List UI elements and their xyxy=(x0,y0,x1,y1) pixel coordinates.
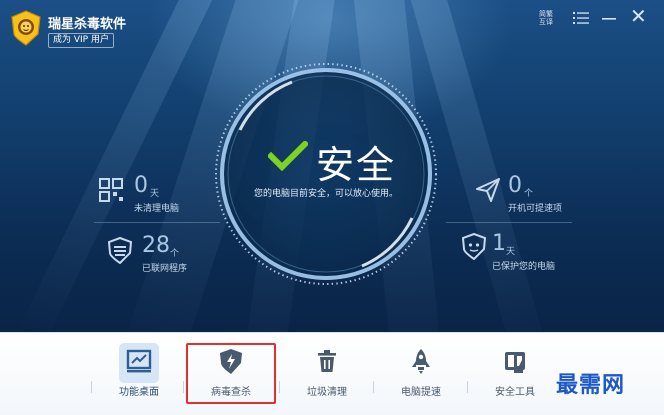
stat-unit: 天 xyxy=(506,247,516,257)
tab-pc-speedup[interactable]: 电脑提速 xyxy=(379,341,463,407)
rising-lion-logo-icon xyxy=(11,10,41,46)
language-toggle-button[interactable]: 简繁 互译 xyxy=(538,10,554,30)
shield-protect-icon xyxy=(461,232,487,260)
stat-label: 开机可提速项 xyxy=(508,204,563,214)
stat-value: 0 xyxy=(508,173,522,198)
app-title: 瑞星杀毒软件 xyxy=(48,17,127,32)
stat-uncleaned-days[interactable]: 0 天 未清理电脑 xyxy=(98,173,218,216)
tab-function-desktop[interactable]: 功能桌面 xyxy=(97,341,181,407)
status-hero: 瑞星杀毒软件 成为 VIP 用户 简繁 互译 ✕ 安全 您的电脑目前安全，可以放… xyxy=(0,0,664,332)
stat-value: 1 xyxy=(492,231,506,256)
title-bar: 瑞星杀毒软件 成为 VIP 用户 简繁 互译 ✕ xyxy=(0,0,664,52)
become-vip-link[interactable]: 成为 VIP 用户 xyxy=(48,33,114,48)
stat-label: 已联网程序 xyxy=(142,264,188,274)
toolbar-separator xyxy=(279,381,280,393)
status-description: 您的电脑目前安全，可以放心使用。 xyxy=(253,189,398,199)
language-label-line1: 简繁 xyxy=(539,10,553,18)
stat-boostable-startup-items[interactable]: 0 个 开机可提速项 xyxy=(474,173,594,216)
desktop-chart-icon xyxy=(126,349,152,373)
check-icon xyxy=(268,141,308,171)
stat-unit: 天 xyxy=(150,189,160,199)
toolbar-separator xyxy=(91,381,92,393)
speedup-icon xyxy=(476,178,500,202)
divider xyxy=(446,222,572,223)
divider xyxy=(94,222,220,223)
stat-label: 未清理电脑 xyxy=(134,204,180,214)
tab-label: 垃圾清理 xyxy=(307,387,347,398)
stat-value: 28 xyxy=(142,233,170,258)
apps-grid-icon xyxy=(99,178,123,202)
stat-unit: 个 xyxy=(524,189,534,199)
watermark-text: 最需网 xyxy=(556,372,626,398)
close-icon[interactable]: ✕ xyxy=(630,6,650,26)
trash-icon xyxy=(318,350,336,372)
stat-networked-programs[interactable]: 28 个 已联网程序 xyxy=(106,233,226,276)
firewall-icon xyxy=(107,236,133,264)
tab-label: 安全工具 xyxy=(495,387,535,398)
stat-value: 0 xyxy=(134,173,148,198)
stat-label: 已保护您的电脑 xyxy=(492,262,556,272)
toolbox-icon xyxy=(505,352,525,373)
toolbar-separator xyxy=(183,381,184,393)
minimize-icon[interactable] xyxy=(600,8,618,28)
tab-label: 功能桌面 xyxy=(119,387,159,398)
rocket-icon xyxy=(412,349,430,374)
annotation-highlight-box xyxy=(186,343,276,404)
app-window: 瑞星杀毒软件 成为 VIP 用户 简繁 互译 ✕ 安全 您的电脑目前安全，可以放… xyxy=(0,0,664,415)
toolbar-separator xyxy=(373,381,374,393)
tab-junk-cleanup[interactable]: 垃圾清理 xyxy=(285,341,369,407)
status-title: 安全 xyxy=(316,143,397,187)
toolbar-separator xyxy=(467,381,468,393)
stat-protected-days[interactable]: 1 天 已保护您的电脑 xyxy=(460,231,590,272)
language-label-line2: 互译 xyxy=(539,18,553,26)
stat-unit: 个 xyxy=(170,249,180,259)
tab-label: 电脑提速 xyxy=(401,387,441,398)
menu-icon[interactable] xyxy=(572,8,590,28)
tab-security-tools[interactable]: 安全工具 xyxy=(473,341,557,407)
